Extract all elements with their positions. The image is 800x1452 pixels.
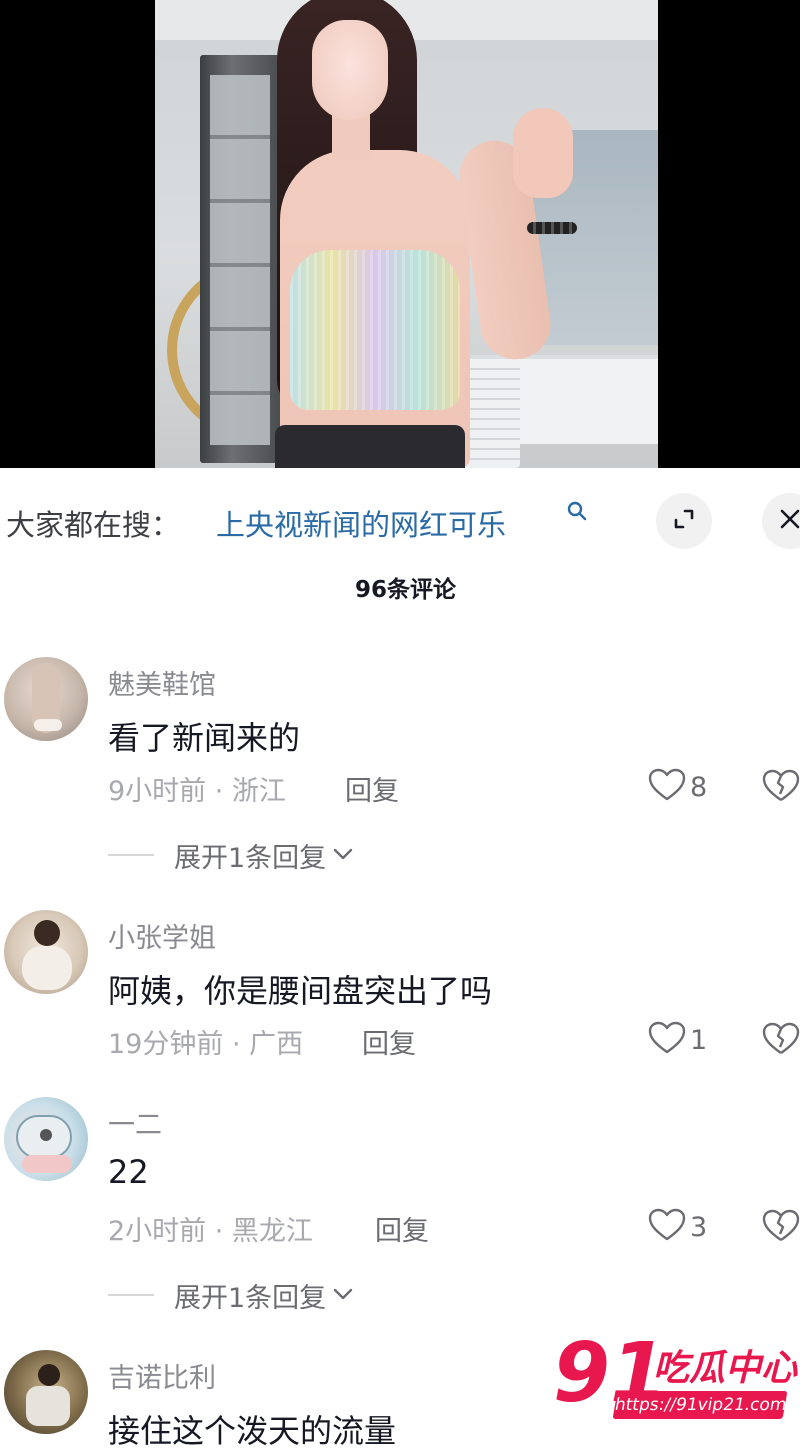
comment-username[interactable]: 魅美鞋馆 (108, 663, 216, 702)
watermark-logo: 91 吃瓜中心 https://91vip21.com (553, 1333, 800, 1428)
comment-meta: 19分钟前 · 广西 (108, 1029, 304, 1060)
divider-line (108, 854, 154, 856)
like-button[interactable]: 1 (648, 1020, 707, 1060)
avatar[interactable] (4, 657, 88, 741)
comments-count-title: 96条评论 (354, 577, 456, 603)
watermark-name: 吃瓜中心 (653, 1348, 798, 1389)
broken-heart-icon (762, 1209, 800, 1247)
comment-text: 22 (108, 1153, 149, 1191)
video-player[interactable] (0, 0, 800, 468)
dislike-button[interactable] (762, 1209, 800, 1247)
close-icon (778, 507, 800, 535)
avatar[interactable] (4, 910, 88, 994)
expand-replies[interactable]: 展开1条回复 (108, 1275, 354, 1315)
expand-replies[interactable]: 展开1条回复 (108, 835, 354, 875)
search-icon[interactable] (566, 500, 588, 526)
broken-heart-icon (762, 1022, 800, 1060)
reply-button[interactable]: 回复 (345, 769, 399, 808)
comment-meta: 9小时前 · 浙江 (108, 776, 286, 807)
comment-text: 阿姨，你是腰间盘突出了吗 (108, 972, 493, 1010)
comment-username[interactable]: 小张学姐 (108, 916, 216, 955)
chevron-down-icon (332, 1286, 354, 1305)
dislike-button[interactable] (762, 769, 800, 807)
watermark-url: https://91vip21.com (612, 1391, 788, 1419)
broken-heart-icon (762, 769, 800, 807)
like-button[interactable]: 8 (648, 767, 707, 807)
search-suggestion-bar: 大家都在搜： 上央视新闻的网红可乐 (0, 490, 800, 552)
dislike-button[interactable] (762, 1022, 800, 1060)
expand-icon (671, 506, 697, 536)
comment-username[interactable]: 一二 (108, 1103, 162, 1142)
like-button[interactable]: 3 (648, 1207, 707, 1247)
video-frame (155, 0, 658, 468)
reply-button[interactable]: 回复 (362, 1022, 416, 1061)
heart-icon (648, 1021, 686, 1059)
chevron-down-icon (332, 846, 354, 865)
reply-button[interactable]: 回复 (375, 1209, 429, 1248)
comment-text: 看了新闻来的 (108, 719, 301, 757)
search-suggestion-link[interactable]: 上央视新闻的网红可乐 (216, 502, 506, 544)
comment-text: 接住这个泼天的流量 (108, 1412, 397, 1450)
comment-username[interactable]: 吉诺比利 (108, 1356, 216, 1395)
like-count: 3 (690, 1211, 708, 1243)
search-suggestion-prefix: 大家都在搜： (6, 508, 181, 542)
avatar[interactable] (4, 1097, 88, 1181)
like-count: 8 (690, 771, 708, 803)
heart-icon (648, 768, 686, 806)
avatar[interactable] (4, 1350, 88, 1434)
heart-icon (648, 1208, 686, 1246)
expand-button[interactable] (656, 493, 712, 549)
like-count: 1 (690, 1024, 708, 1056)
close-button[interactable] (762, 493, 800, 549)
expand-replies-label: 展开1条回复 (174, 842, 327, 874)
comment-meta: 2小时前 · 黑龙江 (108, 1216, 313, 1247)
divider-line (108, 1294, 154, 1296)
expand-replies-label: 展开1条回复 (174, 1282, 327, 1314)
